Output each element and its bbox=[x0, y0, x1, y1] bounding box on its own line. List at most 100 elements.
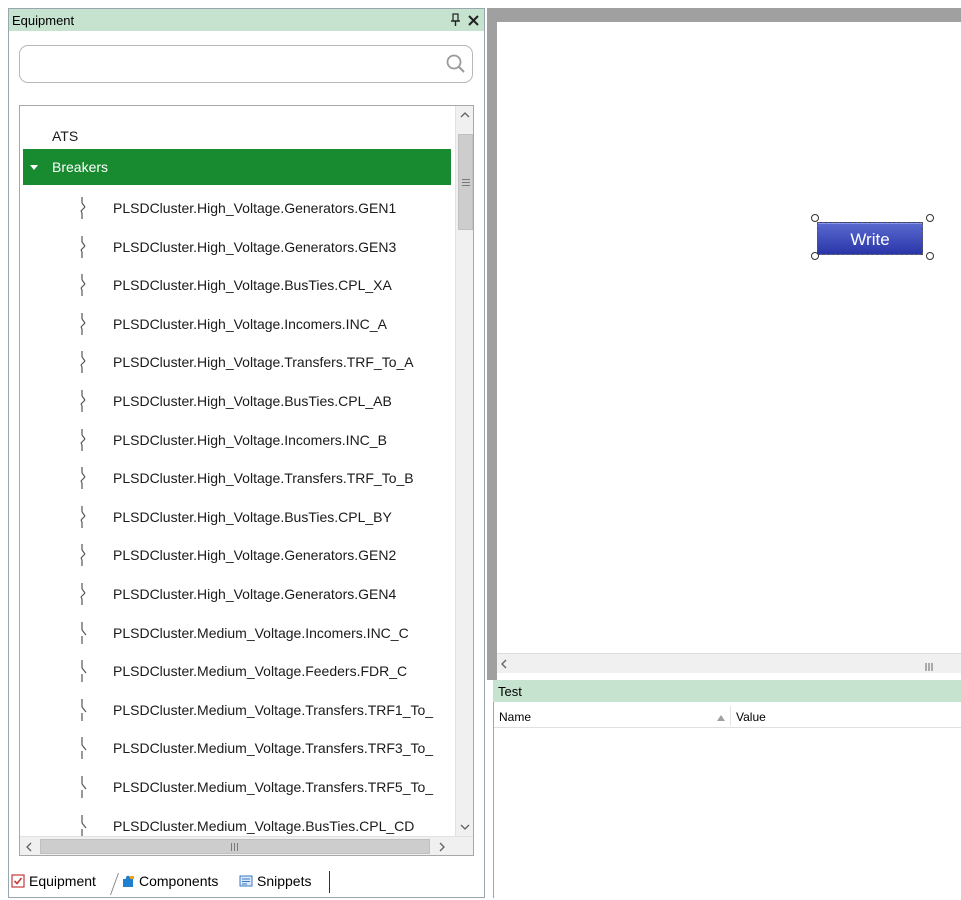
tree-item-breaker[interactable]: PLSDCluster.High_Voltage.BusTies.CPL_XA bbox=[75, 270, 455, 300]
tree-item-breaker[interactable]: PLSDCluster.Medium_Voltage.Transfers.TRF… bbox=[75, 695, 455, 725]
tree-item-label: PLSDCluster.High_Voltage.BusTies.CPL_XA bbox=[113, 277, 392, 294]
breaker-closed-icon bbox=[75, 196, 89, 220]
tab-separator bbox=[329, 871, 330, 893]
scroll-left-icon[interactable] bbox=[497, 655, 511, 673]
tree-item-breaker[interactable]: PLSDCluster.High_Voltage.Generators.GEN1 bbox=[75, 193, 455, 223]
breaker-closed-icon bbox=[75, 428, 89, 452]
horizontal-scroll-thumb[interactable] bbox=[40, 839, 430, 854]
breaker-closed-icon bbox=[75, 389, 89, 413]
tree-item-breaker[interactable]: PLSDCluster.High_Voltage.Generators.GEN3 bbox=[75, 232, 455, 262]
puzzle-icon bbox=[121, 874, 135, 888]
test-table-header: Name Value bbox=[494, 703, 961, 728]
breaker-open-icon bbox=[75, 736, 89, 760]
expand-arrow-icon[interactable] bbox=[30, 165, 38, 170]
tree-item-breaker[interactable]: PLSDCluster.High_Voltage.Transfers.TRF_T… bbox=[75, 463, 455, 493]
equipment-panel-title: Equipment bbox=[12, 13, 75, 28]
breaker-closed-icon bbox=[75, 505, 89, 529]
checkbox-icon bbox=[11, 874, 25, 888]
breaker-closed-icon bbox=[75, 543, 89, 567]
tree-item-breaker[interactable]: PLSDCluster.Medium_Voltage.Feeders.FDR_C bbox=[75, 656, 455, 686]
column-separator[interactable] bbox=[730, 706, 731, 726]
tab-label: Components bbox=[139, 873, 219, 889]
design-canvas[interactable] bbox=[505, 22, 961, 652]
tree-category-label: Breakers bbox=[52, 159, 109, 175]
breaker-open-icon bbox=[75, 698, 89, 722]
canvas-frame-top bbox=[487, 8, 961, 22]
tree-item-label: PLSDCluster.High_Voltage.Generators.GEN2 bbox=[113, 547, 397, 564]
breaker-closed-icon bbox=[75, 466, 89, 490]
tree-item-label: PLSDCluster.High_Voltage.Generators.GEN1 bbox=[113, 200, 397, 216]
close-icon[interactable] bbox=[466, 12, 481, 28]
vertical-scroll-thumb[interactable] bbox=[458, 134, 473, 230]
tab-label: Equipment bbox=[29, 873, 96, 889]
test-panel-title: Test bbox=[498, 684, 522, 699]
tree-category-breakers[interactable]: Breakers bbox=[23, 149, 451, 185]
column-header-name[interactable]: Name bbox=[499, 710, 531, 724]
test-panel: Name Value bbox=[493, 702, 961, 898]
sort-ascending-icon[interactable] bbox=[716, 711, 726, 721]
breaker-open-icon bbox=[75, 775, 89, 799]
tree-item-breaker[interactable]: PLSDCluster.High_Voltage.Generators.GEN2 bbox=[75, 540, 455, 570]
selection-handle-bottom-left[interactable] bbox=[811, 252, 819, 260]
breaker-open-icon bbox=[75, 659, 89, 683]
scroll-left-icon[interactable] bbox=[20, 838, 38, 855]
tree-item-breaker[interactable]: PLSDCluster.High_Voltage.Transfers.TRF_T… bbox=[75, 347, 455, 377]
tree-item-breaker[interactable]: PLSDCluster.High_Voltage.BusTies.CPL_BY bbox=[75, 502, 455, 532]
tree-item-label: PLSDCluster.Medium_Voltage.Transfers.TRF… bbox=[113, 779, 434, 795]
scroll-down-icon[interactable] bbox=[456, 818, 473, 836]
tree-item-label: PLSDCluster.Medium_Voltage.BusTies.CPL_C… bbox=[113, 817, 415, 834]
breaker-closed-icon bbox=[75, 273, 89, 297]
equipment-tree-list: ATS Breakers PLSDCluster.High_Voltage.Ge… bbox=[20, 106, 455, 836]
tab-separator bbox=[109, 873, 120, 895]
tab-snippets[interactable]: Snippets bbox=[239, 871, 329, 895]
scroll-right-icon[interactable] bbox=[433, 838, 451, 855]
selection-handle-bottom-right[interactable] bbox=[926, 252, 934, 260]
tree-item-label: PLSDCluster.High_Voltage.Incomers.INC_B bbox=[113, 431, 387, 448]
tree-item-label: PLSDCluster.Medium_Voltage.Incomers.INC_… bbox=[113, 624, 409, 641]
snippet-icon bbox=[239, 874, 253, 888]
write-button[interactable]: Write bbox=[817, 222, 923, 255]
tree-item-breaker[interactable]: PLSDCluster.Medium_Voltage.BusTies.CPL_C… bbox=[75, 811, 455, 836]
tab-label: Snippets bbox=[257, 873, 312, 889]
tree-item-label: PLSDCluster.High_Voltage.Generators.GEN3 bbox=[113, 238, 397, 255]
tree-item-breaker[interactable]: PLSDCluster.High_Voltage.Incomers.INC_B bbox=[75, 425, 455, 455]
tree-item-label: PLSDCluster.High_Voltage.Transfers.TRF_T… bbox=[113, 354, 414, 371]
tree-item-breaker[interactable]: PLSDCluster.Medium_Voltage.Incomers.INC_… bbox=[75, 618, 455, 648]
equipment-panel: Equipment ATS Breakers PLSDCluster.High_… bbox=[8, 8, 485, 898]
scroll-up-icon[interactable] bbox=[456, 106, 473, 124]
tab-components[interactable]: Components bbox=[121, 871, 235, 895]
column-header-value[interactable]: Value bbox=[736, 710, 766, 724]
pin-icon[interactable] bbox=[448, 12, 463, 28]
tree-item-breaker[interactable]: PLSDCluster.Medium_Voltage.Transfers.TRF… bbox=[75, 733, 455, 763]
tree-item-breaker[interactable]: PLSDCluster.High_Voltage.Incomers.INC_A bbox=[75, 309, 455, 339]
tree-item-label: PLSDCluster.High_Voltage.BusTies.CPL_BY bbox=[113, 508, 392, 525]
search-icon[interactable] bbox=[445, 53, 467, 75]
tab-equipment[interactable]: Equipment bbox=[11, 871, 111, 895]
tree-item-label: PLSDCluster.Medium_Voltage.Transfers.TRF… bbox=[113, 701, 434, 718]
selection-handle-top-right[interactable] bbox=[926, 214, 934, 222]
horizontal-scrollbar[interactable] bbox=[20, 836, 473, 855]
tree-item-label: PLSDCluster.High_Voltage.BusTies.CPL_AB bbox=[113, 393, 392, 409]
tree-item-breaker[interactable]: PLSDCluster.High_Voltage.BusTies.CPL_AB bbox=[75, 386, 455, 416]
tree-item-label: PLSDCluster.High_Voltage.Incomers.INC_A bbox=[113, 315, 387, 332]
canvas-horizontal-scrollbar[interactable] bbox=[497, 653, 961, 673]
selection-handle-top-left[interactable] bbox=[811, 214, 819, 222]
search-box[interactable] bbox=[19, 45, 473, 83]
breaker-open-icon bbox=[75, 621, 89, 645]
equipment-panel-title-bar: Equipment bbox=[9, 9, 484, 31]
tree-item-label: PLSDCluster.High_Voltage.Transfers.TRF_T… bbox=[113, 470, 414, 487]
test-panel-title-bar: Test bbox=[493, 680, 961, 702]
canvas-frame-left bbox=[487, 8, 497, 680]
equipment-tree: ATS Breakers PLSDCluster.High_Voltage.Ge… bbox=[19, 105, 474, 856]
search-input[interactable] bbox=[30, 54, 440, 76]
breaker-closed-icon bbox=[75, 235, 89, 259]
tree-item-label: PLSDCluster.High_Voltage.Generators.GEN4 bbox=[113, 586, 397, 602]
breaker-closed-icon bbox=[75, 350, 89, 374]
vertical-scrollbar[interactable] bbox=[455, 106, 473, 836]
breaker-closed-icon bbox=[75, 312, 89, 336]
tree-item-breaker[interactable]: PLSDCluster.Medium_Voltage.Transfers.TRF… bbox=[75, 772, 455, 802]
breaker-closed-icon bbox=[75, 582, 89, 606]
tree-category-label: ATS bbox=[52, 128, 79, 144]
tree-item-breaker[interactable]: PLSDCluster.High_Voltage.Generators.GEN4 bbox=[75, 579, 455, 609]
scroll-grip-icon[interactable] bbox=[923, 659, 935, 671]
